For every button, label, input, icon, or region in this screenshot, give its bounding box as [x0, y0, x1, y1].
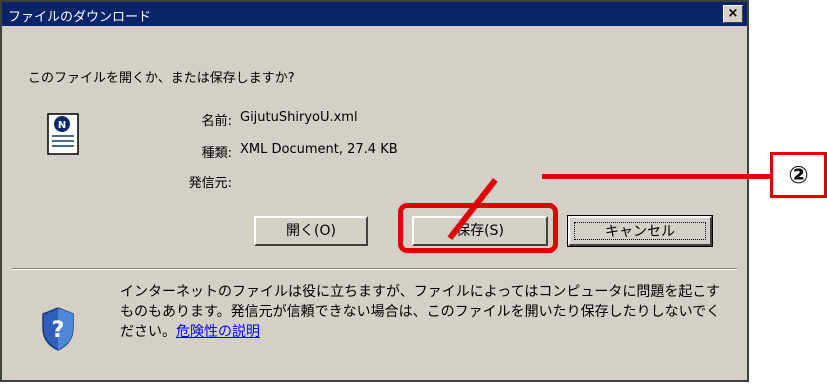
title-bar[interactable]: ファイルのダウンロード × [2, 2, 747, 26]
security-shield-icon: ? [42, 307, 74, 351]
file-type-value: XML Document, 27.4 KB [240, 142, 398, 157]
callout-label-2: ② [770, 152, 827, 198]
open-button[interactable]: 開く(O) [254, 216, 368, 246]
xml-file-icon: N [47, 113, 79, 155]
file-name-value: GijutuShiryoU.xml [240, 110, 358, 125]
file-name-label: 名前: [201, 114, 232, 129]
cancel-button[interactable]: キャンセル [567, 215, 713, 247]
question-text: このファイルを開くか、または保存しますか? [28, 71, 295, 86]
window-title: ファイルのダウンロード [8, 10, 152, 25]
separator [12, 268, 737, 270]
svg-text:?: ? [52, 318, 65, 343]
svg-text:N: N [58, 120, 66, 131]
cancel-button-label: キャンセル [574, 222, 706, 240]
risk-explanation-link[interactable]: 危険性の説明 [176, 324, 260, 340]
security-notice: インターネットのファイルは役に立ちますが、ファイルによってはコンピュータに問題を… [120, 282, 730, 342]
file-source-label: 発信元: [188, 176, 232, 191]
file-download-dialog: ファイルのダウンロード × このファイルを開くか、または保存しますか? N 名前… [0, 0, 749, 382]
file-type-label: 種類: [201, 146, 232, 161]
save-button-highlight [398, 203, 558, 253]
callout-line-horizontal [542, 174, 772, 179]
close-button[interactable]: × [723, 5, 743, 23]
